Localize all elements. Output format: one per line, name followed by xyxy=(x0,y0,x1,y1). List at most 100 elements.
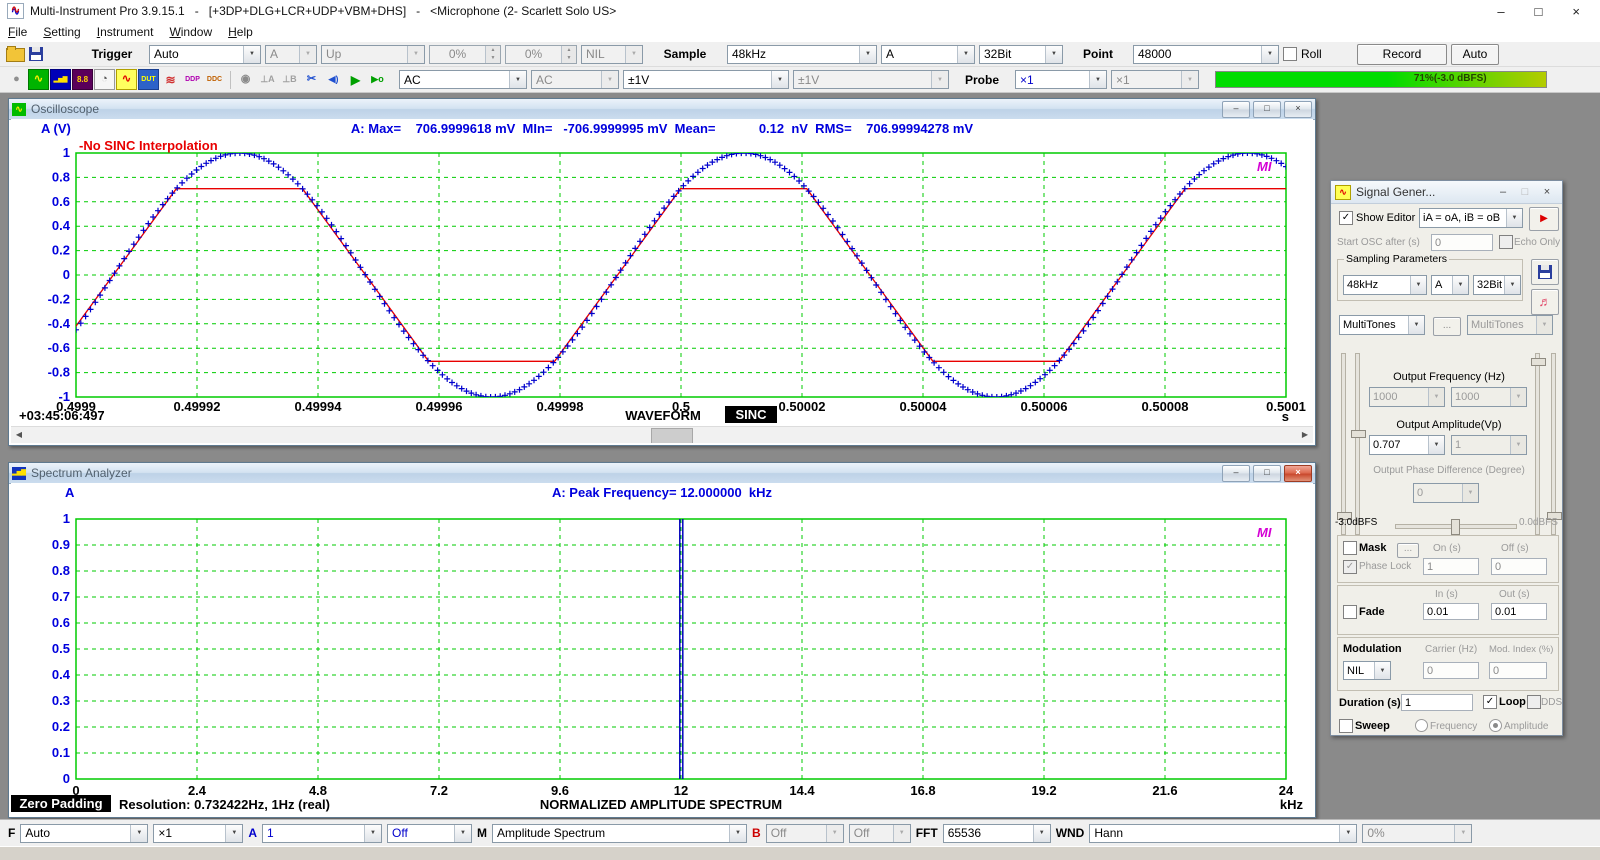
siggen-library-button[interactable]: ♬ xyxy=(1531,289,1559,315)
run-icon[interactable]: ▶ xyxy=(345,69,366,90)
slider-thumb[interactable] xyxy=(1531,358,1546,366)
range-b-dropdown[interactable]: ±1V▼ xyxy=(793,70,949,89)
dropdown-arrow-icon[interactable]: ▼ xyxy=(1089,71,1106,88)
dropdown-arrow-icon[interactable]: ▼ xyxy=(1408,316,1424,334)
dropdown-arrow-icon[interactable]: ▼ xyxy=(1045,46,1062,63)
amplitude-a-dropdown[interactable]: 0.707▼ xyxy=(1369,435,1445,455)
dropdown-arrow-icon[interactable]: ▼ xyxy=(1374,662,1390,679)
maximize-button[interactable]: □ xyxy=(1535,4,1543,19)
level-slider-track-b-right[interactable] xyxy=(1551,353,1556,535)
spectrum-close-button[interactable]: × xyxy=(1284,465,1312,482)
close-button[interactable]: × xyxy=(1572,4,1580,19)
level-slider-a[interactable] xyxy=(1355,353,1360,535)
auto-button[interactable]: Auto xyxy=(1451,44,1499,65)
signal-generator-titlebar[interactable]: ∿ Signal Gener... – □ × xyxy=(1331,181,1562,204)
window-function-dropdown[interactable]: Hann▼ xyxy=(1089,824,1357,843)
probe-b-dropdown[interactable]: ×1▼ xyxy=(1111,70,1199,89)
phase-difference-dropdown[interactable]: 0▼ xyxy=(1413,483,1479,503)
sweep-amplitude-radio[interactable] xyxy=(1489,719,1502,732)
spectrum-minimize-button[interactable]: – xyxy=(1222,465,1250,482)
sample-channel-dropdown[interactable]: A▼ xyxy=(881,45,975,64)
roll-checkbox-group[interactable]: Roll xyxy=(1283,47,1337,61)
menu-file[interactable]: File xyxy=(0,23,35,41)
dropdown-arrow-icon[interactable]: ▼ xyxy=(826,825,843,842)
dropdown-arrow-icon[interactable]: ▼ xyxy=(1033,825,1050,842)
siggen-run-button[interactable]: ▶ xyxy=(1529,207,1559,231)
channel-b-range-dropdown[interactable]: Off▼ xyxy=(766,824,844,843)
sweep-frequency-radio[interactable] xyxy=(1415,719,1428,732)
phase-lock-checkbox[interactable]: ✓ xyxy=(1343,560,1357,574)
dropdown-arrow-icon[interactable]: ▼ xyxy=(729,825,746,842)
echo-only-checkbox[interactable] xyxy=(1499,235,1513,249)
dbfs-slider[interactable] xyxy=(1395,524,1517,529)
overlap-dropdown[interactable]: 0%▼ xyxy=(1362,824,1472,843)
siggen-maximize-button[interactable]: □ xyxy=(1514,186,1536,198)
level-slider-track-a-left[interactable] xyxy=(1341,353,1346,535)
siggen-save-button[interactable] xyxy=(1531,259,1559,285)
spinner-arrows-icon[interactable]: ▲▼ xyxy=(485,46,500,63)
dropdown-arrow-icon[interactable]: ▼ xyxy=(130,825,147,842)
fade-in-field[interactable] xyxy=(1423,603,1479,620)
waveform-more-button[interactable]: ... xyxy=(1433,317,1461,336)
routing-dropdown[interactable]: iA = oA, iB = oB▼ xyxy=(1419,208,1523,228)
dropdown-arrow-icon[interactable]: ▼ xyxy=(1410,276,1426,294)
siggen-close-button[interactable]: × xyxy=(1536,186,1558,198)
scope-minimize-button[interactable]: – xyxy=(1222,101,1250,118)
menu-setting[interactable]: Setting xyxy=(35,23,88,41)
mask-more-button[interactable]: ... xyxy=(1397,543,1419,558)
dropdown-arrow-icon[interactable]: ▼ xyxy=(1428,436,1444,454)
scope-restore-button[interactable]: □ xyxy=(1253,101,1281,118)
mask-on-field[interactable] xyxy=(1423,558,1479,575)
hold-icon[interactable]: ● xyxy=(6,69,27,90)
coupling-b-dropdown[interactable]: AC▼ xyxy=(531,70,619,89)
dropdown-arrow-icon[interactable]: ▼ xyxy=(1462,484,1478,502)
dropdown-arrow-icon[interactable]: ▼ xyxy=(1510,436,1526,454)
dropdown-arrow-icon[interactable]: ▼ xyxy=(893,825,910,842)
oscilloscope-titlebar[interactable]: ∿ Oscilloscope – □ × xyxy=(9,99,1315,120)
loop-checkbox[interactable]: ✓ xyxy=(1483,695,1497,709)
derived-curves-icon[interactable]: ≋ xyxy=(160,69,181,90)
frequency-a-dropdown[interactable]: 1000▼ xyxy=(1369,387,1445,407)
dut-icon[interactable]: DUT xyxy=(138,69,159,90)
dropdown-arrow-icon[interactable]: ▼ xyxy=(509,71,526,88)
dropdown-arrow-icon[interactable]: ▼ xyxy=(601,71,618,88)
dropdown-arrow-icon[interactable]: ▼ xyxy=(1510,388,1526,406)
level-slider-b[interactable] xyxy=(1535,353,1540,535)
dropdown-arrow-icon[interactable]: ▼ xyxy=(1504,276,1520,294)
dropdown-arrow-icon[interactable]: ▼ xyxy=(1339,825,1356,842)
record-button[interactable]: Record xyxy=(1357,44,1447,65)
menu-window[interactable]: Window xyxy=(161,23,220,41)
menu-help[interactable]: Help xyxy=(220,23,261,41)
signal-generator-icon[interactable]: ∿ xyxy=(116,69,137,90)
spinner-arrows-icon[interactable]: ▲▼ xyxy=(561,46,576,63)
titlebar[interactable]: ∿ Multi-Instrument Pro 3.9.15.1 - [+3DP+… xyxy=(0,0,1600,23)
dropdown-arrow-icon[interactable]: ▼ xyxy=(931,71,948,88)
spectrum-titlebar[interactable]: ▂▅▇ Spectrum Analyzer – □ × xyxy=(9,463,1315,484)
dropdown-arrow-icon[interactable]: ▼ xyxy=(407,46,424,63)
coupling-a-dropdown[interactable]: AC▼ xyxy=(399,70,527,89)
roll-checkbox[interactable] xyxy=(1283,47,1297,61)
multimeter-icon[interactable]: 8.8 xyxy=(72,69,93,90)
mask-off-field[interactable] xyxy=(1491,558,1547,575)
slider-thumb[interactable] xyxy=(1451,519,1460,535)
sample-bits-dropdown[interactable]: 32Bit▼ xyxy=(979,45,1063,64)
trigger-mode-dropdown[interactable]: Auto▼ xyxy=(149,45,261,64)
show-editor-checkbox[interactable]: ✓ xyxy=(1339,211,1353,225)
channel-b-ref-dropdown[interactable]: Off▼ xyxy=(849,824,911,843)
slider-thumb[interactable] xyxy=(1351,430,1366,438)
siggen-bits-dropdown[interactable]: 32Bit▼ xyxy=(1473,275,1521,295)
waveform-plot[interactable]: 0.49990.499920.499940.499960.499980.50.5… xyxy=(13,139,1313,431)
sweep-checkbox[interactable] xyxy=(1339,719,1353,733)
menu-instrument[interactable]: Instrument xyxy=(89,23,162,41)
trigger-level-spinner[interactable]: 0%▲▼ xyxy=(429,45,501,64)
analysis-mode-dropdown[interactable]: Amplitude Spectrum▼ xyxy=(492,824,747,843)
ddp-viewer-icon[interactable]: DDP xyxy=(182,69,203,90)
spectrum-plot[interactable]: 02.44.87.29.61214.416.819.221.62410.90.8… xyxy=(13,503,1313,815)
minimize-button[interactable]: – xyxy=(1497,4,1504,19)
spectrum-restore-button[interactable]: □ xyxy=(1253,465,1281,482)
dropdown-arrow-icon[interactable]: ▼ xyxy=(625,46,642,63)
scope-close-button[interactable]: × xyxy=(1284,101,1312,118)
trigger-marker-a-icon[interactable]: ⊥A xyxy=(257,69,278,90)
siggen-rate-dropdown[interactable]: 48kHz▼ xyxy=(1343,275,1427,295)
spectrum-analyzer-icon[interactable]: ▂▅▇ xyxy=(50,69,71,90)
